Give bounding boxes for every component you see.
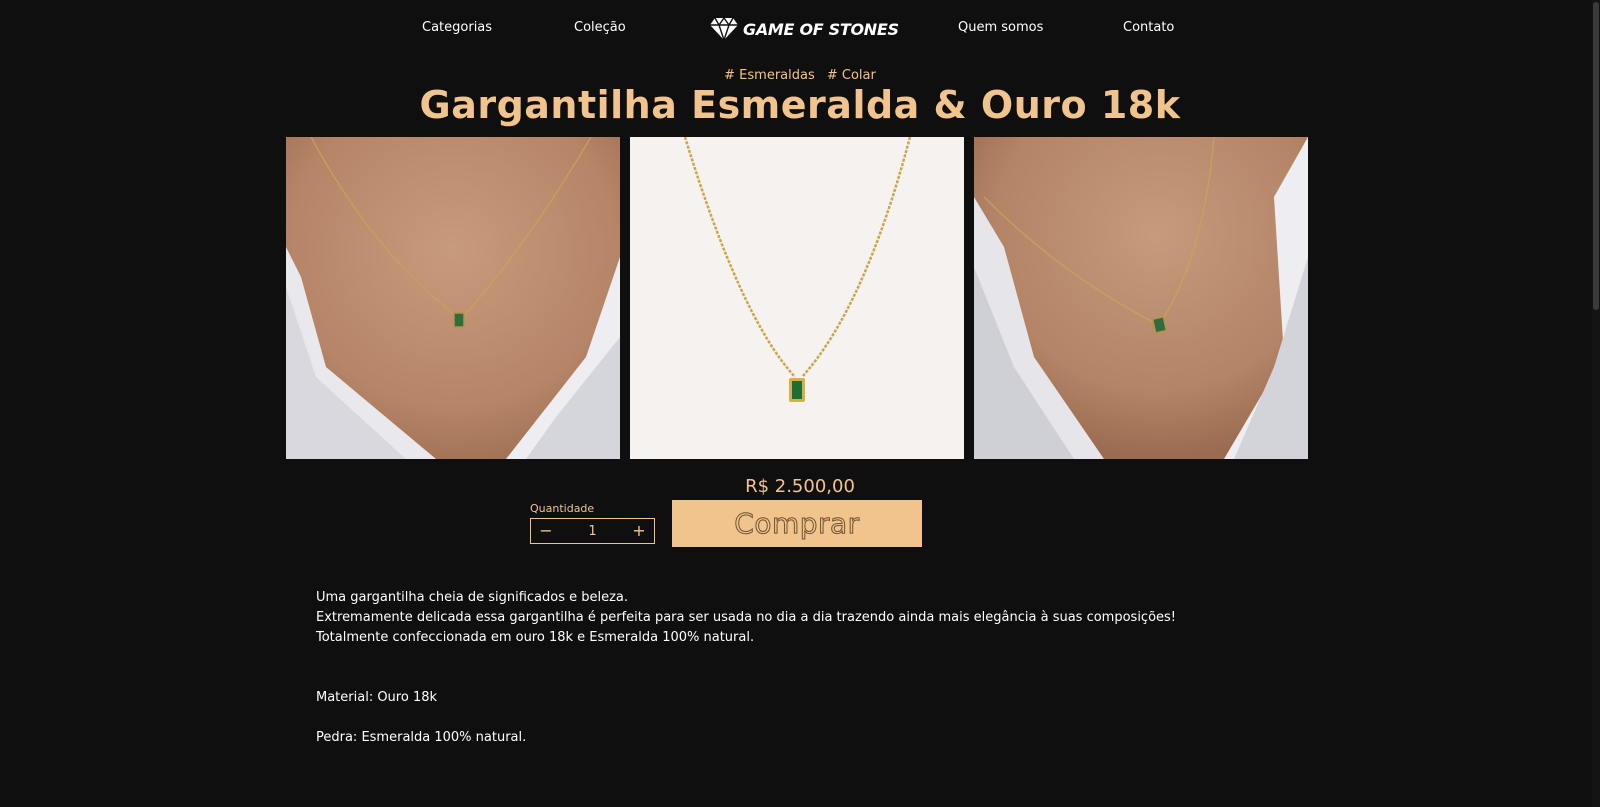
scrollbar[interactable] xyxy=(1592,0,1600,807)
logo-text: GAME OF STONES xyxy=(743,19,899,39)
plus-icon[interactable]: + xyxy=(632,523,646,539)
material-line: Material: Ouro 18k xyxy=(316,690,438,705)
tag-esmeraldas[interactable]: # Esmeraldas xyxy=(724,68,815,83)
nav-contato[interactable]: Contato xyxy=(1123,20,1174,35)
top-nav: Categorias Coleção GAME OF STONES Quem s… xyxy=(0,0,1600,58)
nav-quem-somos[interactable]: Quem somos xyxy=(958,20,1043,35)
minus-icon[interactable]: − xyxy=(539,523,553,539)
tag-colar[interactable]: # Colar xyxy=(827,68,876,83)
buy-button[interactable]: Comprar xyxy=(672,500,922,547)
product-image-1[interactable] xyxy=(286,137,620,459)
quantity-stepper: − + xyxy=(530,518,655,544)
product-tags: # Esmeraldas # Colar xyxy=(0,68,1600,83)
buy-button-label: Comprar xyxy=(734,507,860,541)
product-price: R$ 2.500,00 xyxy=(745,476,855,497)
scrollbar-thumb[interactable] xyxy=(1593,2,1599,310)
quantity-input[interactable] xyxy=(572,523,613,539)
description-line-3: Totalmente confeccionada em ouro 18k e E… xyxy=(316,630,755,645)
stone-line: Pedra: Esmeralda 100% natural. xyxy=(316,730,527,745)
brand-logo[interactable]: GAME OF STONES xyxy=(709,16,899,42)
diamond-logo-icon xyxy=(710,17,738,41)
product-title: Gargantilha Esmeralda & Ouro 18k xyxy=(419,83,1181,127)
product-image-3[interactable] xyxy=(974,137,1308,459)
nav-categorias[interactable]: Categorias xyxy=(422,20,492,35)
product-image-2[interactable] xyxy=(630,137,964,459)
nav-colecao[interactable]: Coleção xyxy=(574,20,626,35)
quantity-label: Quantidade xyxy=(530,502,595,515)
description-line-2: Extremamente delicada essa gargantilha é… xyxy=(316,610,1177,625)
description-line-1: Uma gargantilha cheia de significados e … xyxy=(316,590,629,605)
